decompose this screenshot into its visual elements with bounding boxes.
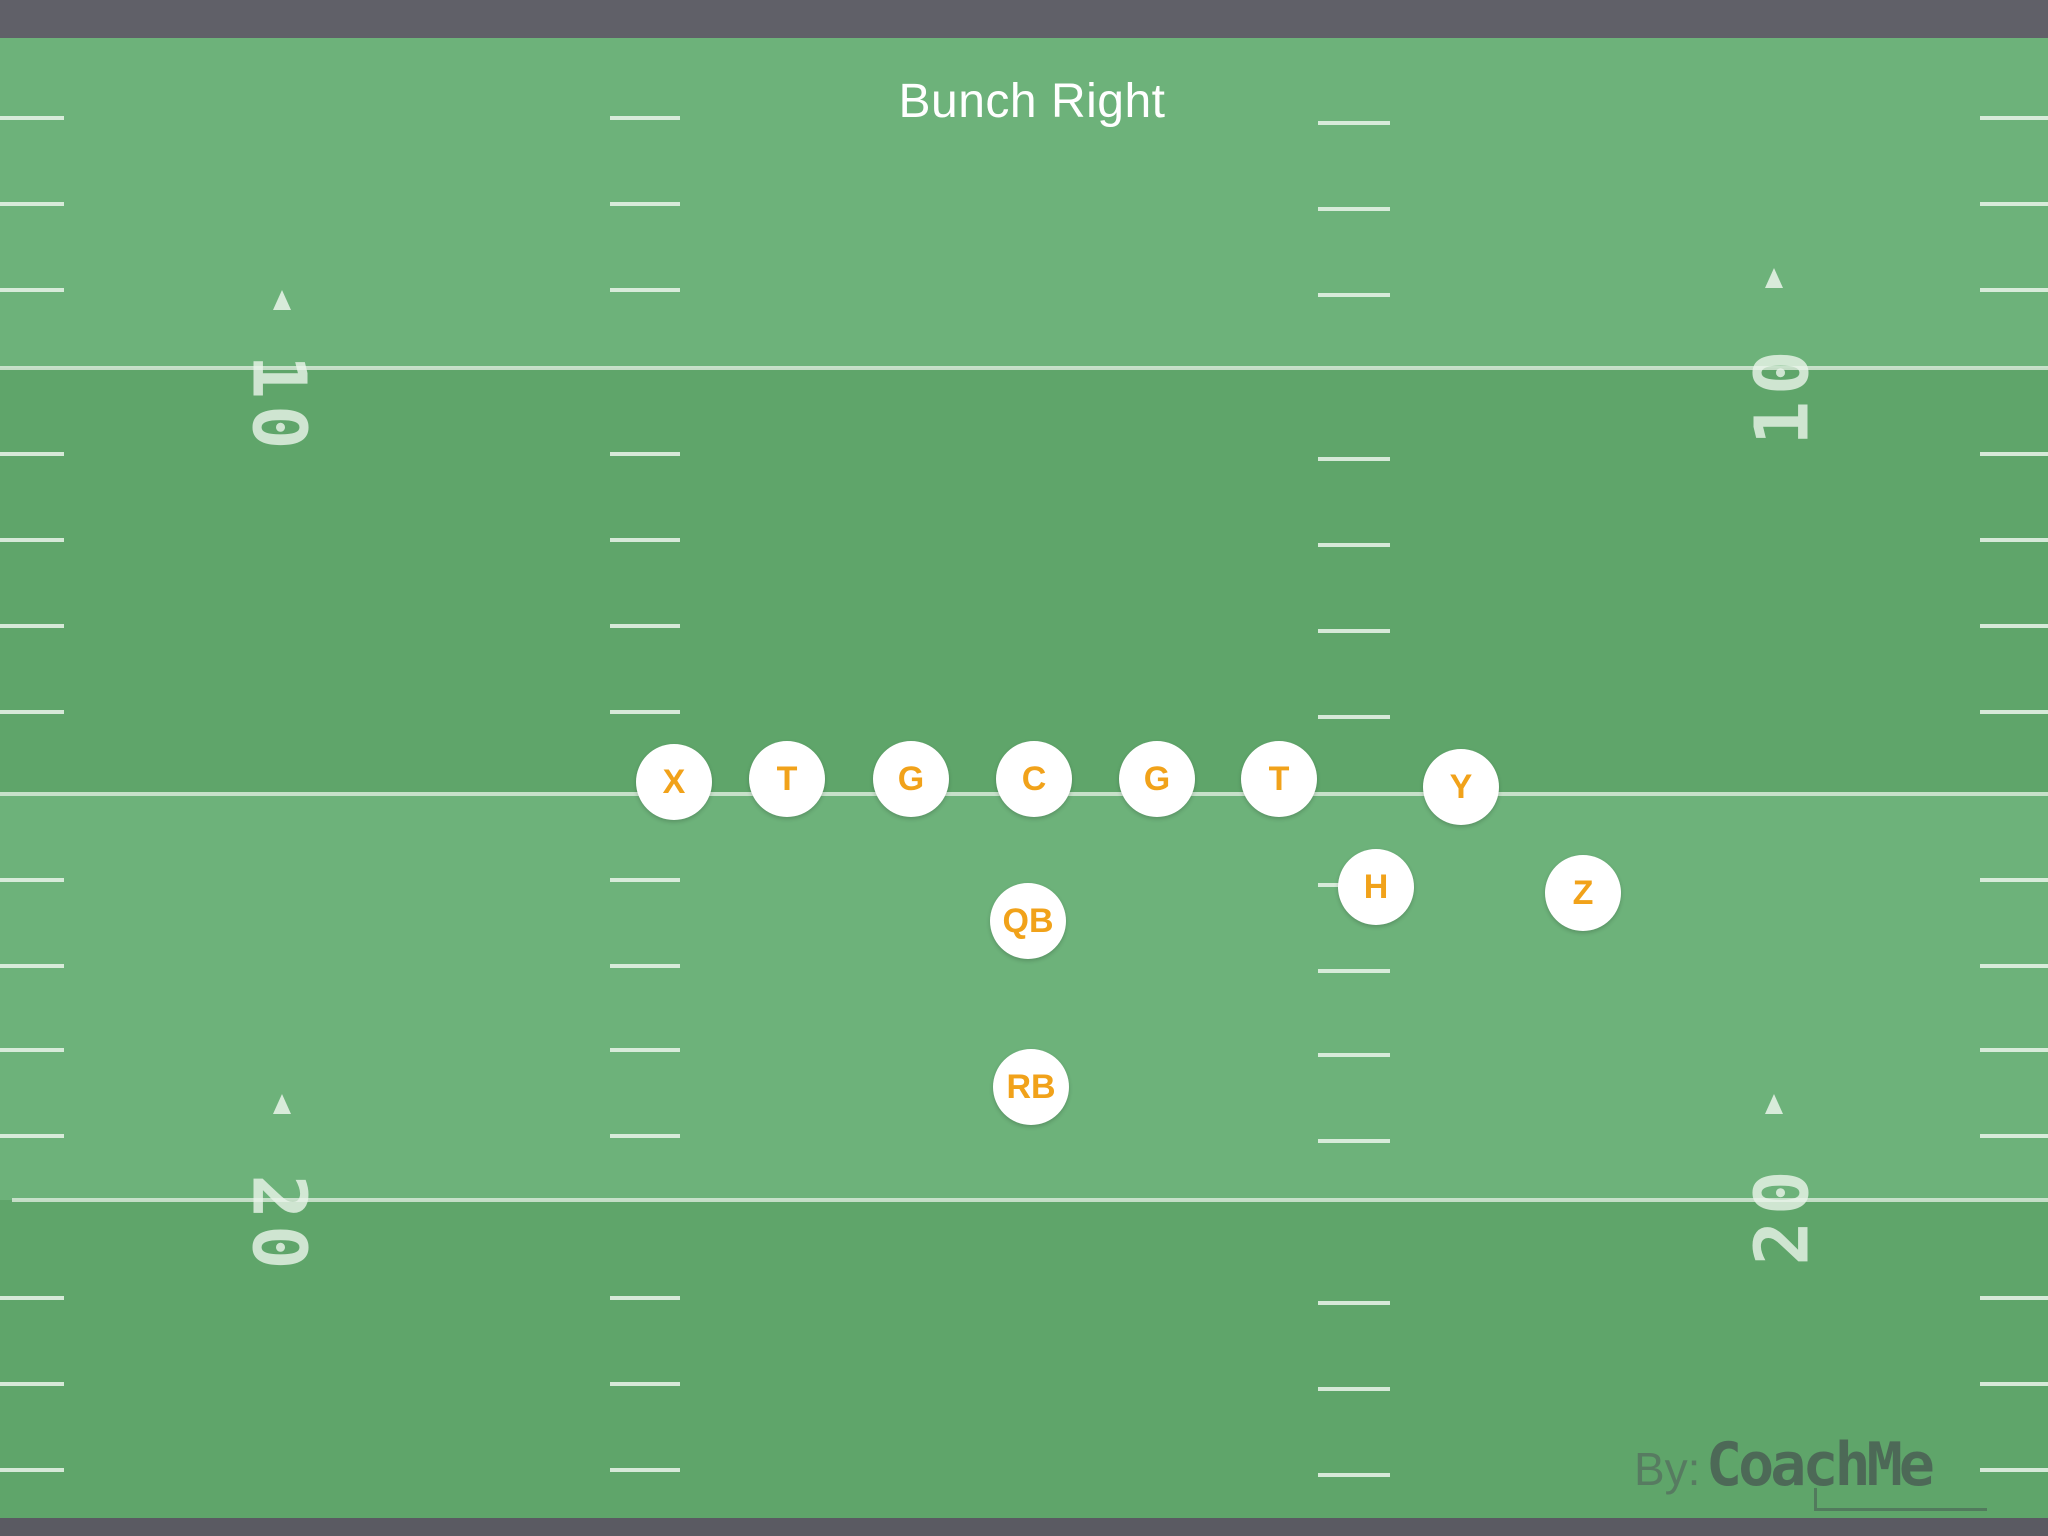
hash-mark [610,288,680,292]
yard-number-upper-right: 10 [1739,344,1826,446]
hash-mark [1318,1301,1390,1305]
whistle-icon [1814,1488,1987,1511]
yard-number-lower-left: 20 [235,1174,322,1276]
bottom-bar [0,1518,2048,1536]
play-title: Bunch Right [898,75,1166,128]
hash-mark [0,538,64,542]
hash-mark [1318,715,1390,719]
hash-mark [1318,1387,1390,1391]
hash-mark [1318,1139,1390,1143]
hash-mark [1318,1473,1390,1477]
hash-mark [1980,1048,2048,1052]
hash-mark [0,202,64,206]
hash-mark [610,538,680,542]
field-band [0,792,2048,1200]
player-y[interactable]: Y [1423,749,1499,825]
player-x[interactable]: X [636,744,712,820]
hash-mark [0,878,64,882]
hash-mark [1318,1053,1390,1057]
hash-mark [610,202,680,206]
hash-mark [1980,878,2048,882]
hash-mark [610,1296,680,1300]
hash-mark [0,710,64,714]
player-left-guard[interactable]: G [873,741,949,817]
hash-mark [0,964,64,968]
hash-mark [0,1048,64,1052]
hash-mark [1318,293,1390,297]
hash-mark [1980,1468,2048,1472]
hash-mark [1980,202,2048,206]
player-right-tackle[interactable]: T [1241,741,1317,817]
hash-mark [0,1382,64,1386]
watermark-prefix: By: [1634,1443,1701,1495]
hash-mark [610,1134,680,1138]
hash-mark [1318,207,1390,211]
hash-mark [0,1134,64,1138]
hash-mark [1980,964,2048,968]
hash-mark [610,452,680,456]
hash-mark [610,964,680,968]
hash-mark [0,452,64,456]
hash-mark [1980,624,2048,628]
hash-mark [1980,452,2048,456]
hash-mark [1318,543,1390,547]
hash-mark [1980,1382,2048,1386]
hash-mark [0,1296,64,1300]
yard-number-lower-right: 20 [1739,1164,1826,1266]
yard-direction-arrow [1765,268,1783,288]
hash-mark [0,288,64,292]
coachme-watermark: By: CoachMe [1634,1424,1987,1511]
hash-mark [1318,457,1390,461]
hash-mark [1980,1134,2048,1138]
player-z[interactable]: Z [1545,855,1621,931]
hash-mark [610,1048,680,1052]
player-center[interactable]: C [996,741,1072,817]
player-h[interactable]: H [1338,849,1414,925]
hash-mark [610,878,680,882]
hash-mark [610,1382,680,1386]
hash-mark [1980,710,2048,714]
player-rb[interactable]: RB [993,1049,1069,1125]
hash-mark [1980,288,2048,292]
top-bar [0,0,2048,38]
hash-mark [610,624,680,628]
hash-mark [1318,969,1390,973]
player-right-guard[interactable]: G [1119,741,1195,817]
yard-number-upper-left: 10 [235,354,322,456]
yard-direction-arrow [1765,1094,1783,1114]
player-left-tackle[interactable]: T [749,741,825,817]
hash-mark [1980,1296,2048,1300]
hash-mark [0,624,64,628]
hash-mark [610,710,680,714]
hash-mark [610,1468,680,1472]
yard-direction-arrow [273,290,291,310]
yard-direction-arrow [273,1094,291,1114]
player-qb[interactable]: QB [990,883,1066,959]
hash-mark [1980,538,2048,542]
hash-mark [0,1468,64,1472]
hash-mark [1318,629,1390,633]
